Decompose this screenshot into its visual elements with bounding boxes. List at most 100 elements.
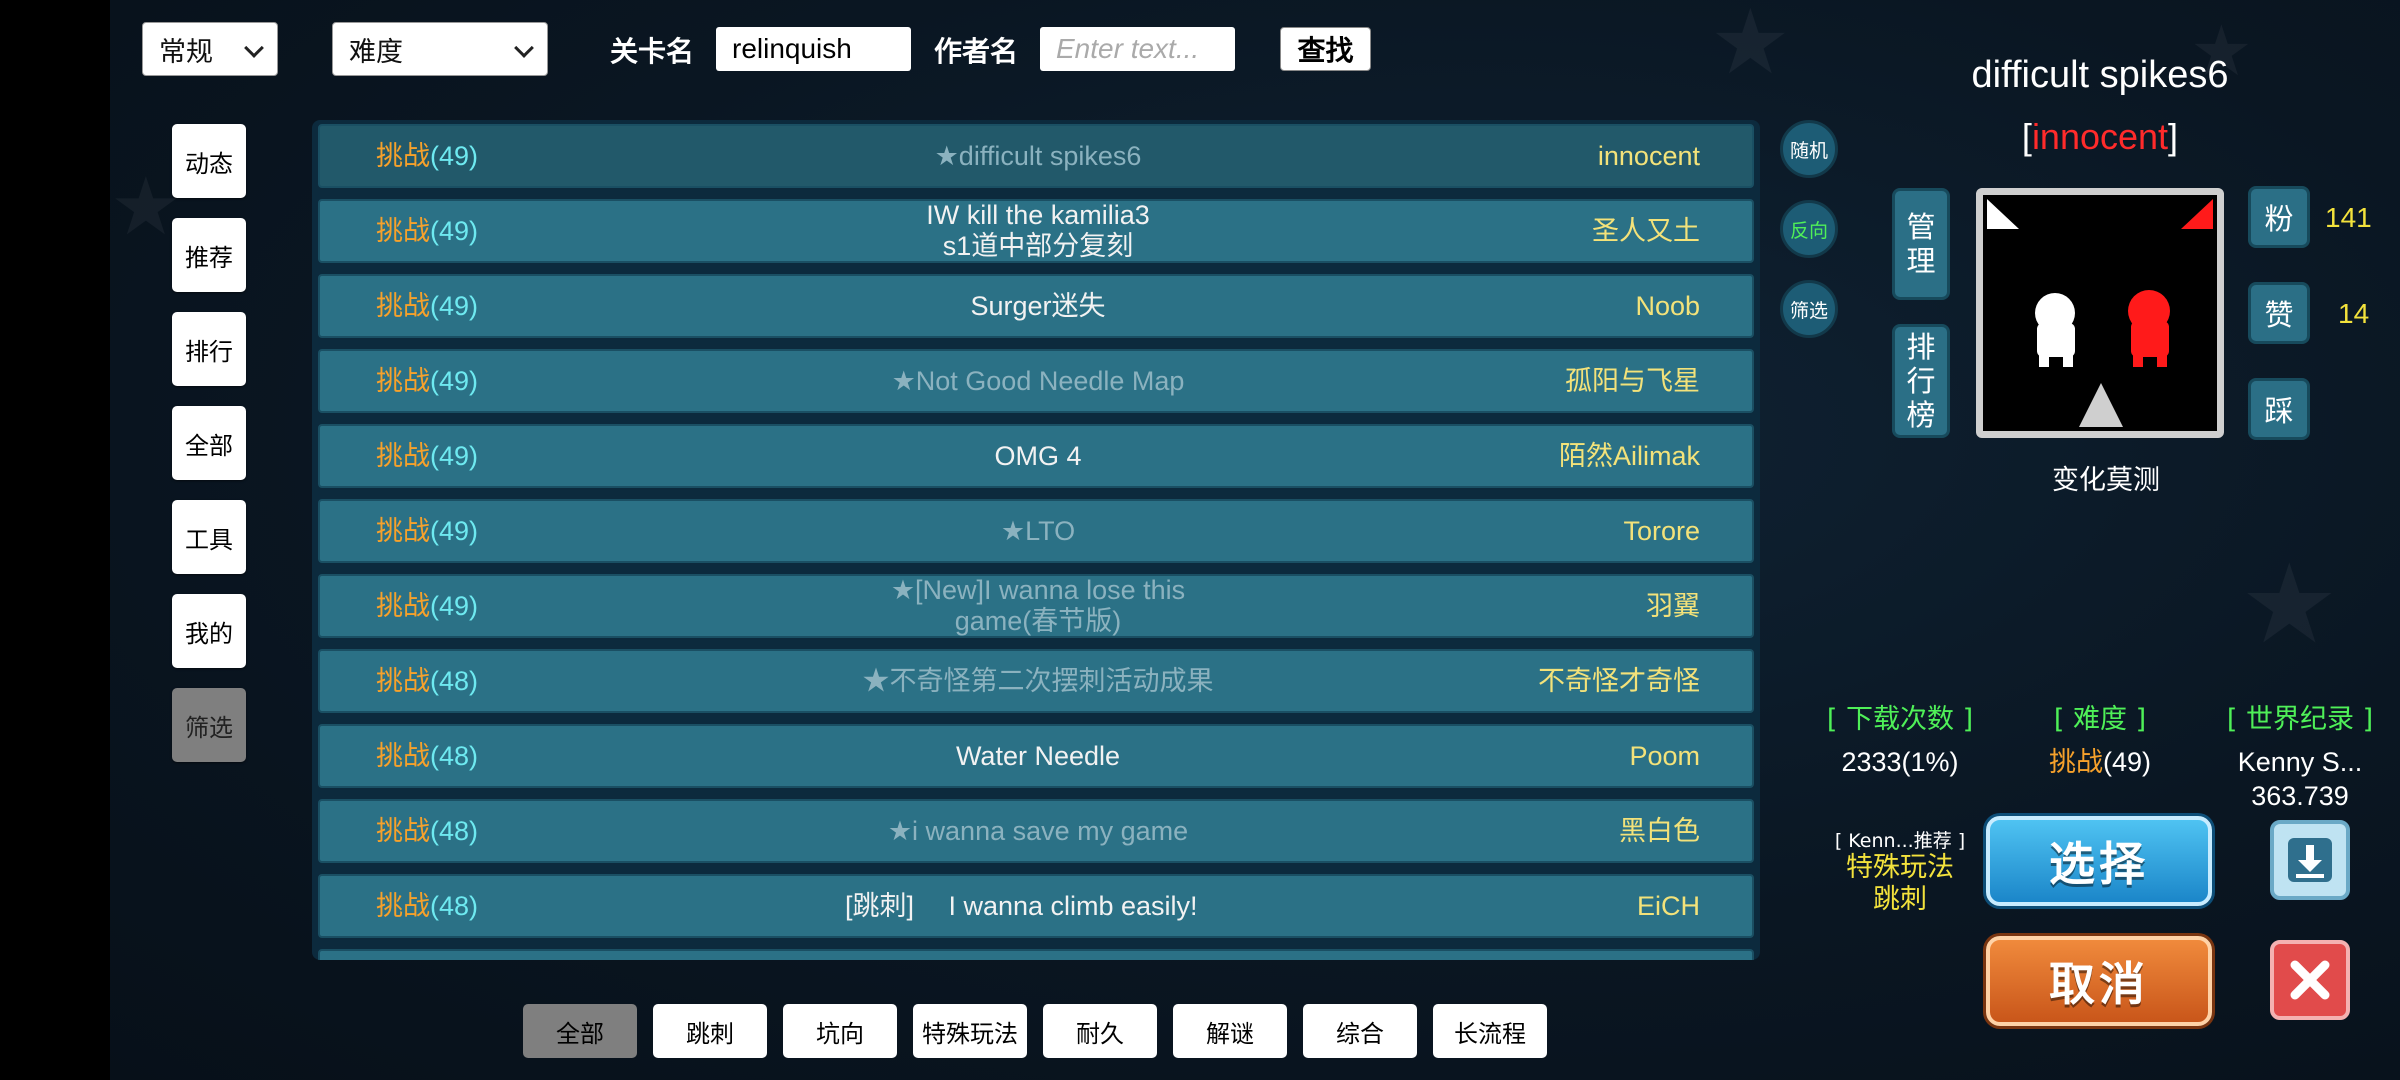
nav-button[interactable]: 全部 [172,406,246,480]
filter-tab[interactable]: 坑向 [783,1004,897,1058]
recommend-tag: 特殊玩法 [1846,852,1954,883]
level-row[interactable]: 挑战(49) ★Not Good Needle Map 孤阳与飞星 [318,349,1754,413]
filter-tab[interactable]: 综合 [1303,1004,1417,1058]
level-title: Surger迷失 [620,276,1456,336]
level-row[interactable]: 挑战(49) ★[New]I wanna lose this game(春节版) 羽翼 [318,574,1754,638]
like-button[interactable]: 赞 [2248,282,2310,344]
level-title: ★[New]I wanna lose this game(春节版) [620,575,1456,636]
filter-tab-label: 全部 [556,1019,604,1048]
difficulty-number: (49) [2102,747,2151,777]
level-title-line: Water Needle [955,740,1121,771]
filter-tab[interactable]: 特殊玩法 [913,1004,1027,1058]
nav-button[interactable]: 工具 [172,500,246,574]
manage-button[interactable]: 管理 [1892,188,1950,300]
dislike-button[interactable]: 踩 [2248,378,2310,440]
level-difficulty: 挑战(48) [376,651,478,711]
difficulty-number: (49) [430,141,479,171]
level-title-line: game(春节版) [954,606,1122,636]
author-name-label: 作者名 [934,35,1019,68]
filter-round-button[interactable]: 筛选 [1780,280,1838,338]
level-row[interactable]: 挑战(49) IW kill the kamilia3 s1道中部分复刻 圣人又土 [318,199,1754,263]
level-author: Poom [1629,741,1700,771]
downloads-value: 2333(1%) [1841,747,1959,777]
level-row[interactable]: 挑战(48) ★i wanna save my game 黑白色 [318,799,1754,863]
filter-tab[interactable]: 耐久 [1043,1004,1157,1058]
select-button[interactable]: 选择 [1986,816,2212,906]
level-difficulty: 挑战(48) [376,876,478,936]
level-title-line: Surger迷失 [970,290,1106,321]
world-record-header: [ 世界纪录 ] [2226,704,2374,735]
level-row[interactable]: 挑战(48) [跳刺] I wanna climb easily! EiCH [318,874,1754,938]
level-row[interactable]: 挑战(48) Water Needle Poom [318,724,1754,788]
difficulty-number: (48) [430,891,479,921]
reverse-button[interactable]: 反向 [1780,200,1838,258]
level-author: 圣人又土 [1592,216,1700,246]
level-title-line: s1道中部分复刻 [942,231,1134,261]
close-button[interactable] [2270,940,2350,1020]
close-icon [2290,960,2330,1000]
nav-button[interactable]: 筛选 [172,688,246,762]
filter-tab[interactable]: 解谜 [1173,1004,1287,1058]
search-button[interactable]: 查找 [1280,27,1371,71]
level-row[interactable]: 挑战(49) OMG 4 陌然Ailimak [318,424,1754,488]
nav-button-label: 我的 [185,619,233,648]
filter-tab-label: 特殊玩法 [922,1019,1018,1048]
difficulty-number: (48) [430,666,479,696]
filter-tab[interactable]: 长流程 [1433,1004,1547,1058]
difficulty-number: (49) [430,216,479,246]
nav-button-label: 动态 [185,149,233,178]
filter-tab[interactable]: 全部 [523,1004,637,1058]
nav-button[interactable]: 排行 [172,312,246,386]
difficulty-name: 挑战 [376,891,430,921]
level-title: ★不奇怪第二次摆刺活动成果 [620,651,1456,711]
level-title-line: ★i wanna save my game [887,815,1189,846]
nav-button-label: 筛选 [185,713,233,742]
level-title: [跳刺] I wanna climb easily! [620,876,1456,936]
difficulty-dropdown[interactable]: 难度 [332,22,548,76]
ranking-button[interactable]: 排行榜 [1892,324,1950,438]
dislike-button-label: 踩 [2264,394,2294,428]
difficulty-value: 挑战(49) [2020,745,2180,779]
reverse-button-label: 反向 [1789,219,1828,242]
author-name-input[interactable] [1040,27,1235,71]
difficulty-name: 挑战 [376,816,430,846]
recommend-label: [ Kenn...推荐 ] [1834,830,1966,852]
level-row[interactable]: 挑战(49) Surger迷失 Noob [318,274,1754,338]
download-button[interactable] [2270,820,2350,900]
record-holder: Kenny S... [2237,747,2363,777]
level-difficulty: 挑战(49) [376,201,478,261]
star-decoration: ★ [2240,540,2339,668]
difficulty-name: 挑战 [376,591,430,621]
level-name-input[interactable] [716,27,911,71]
fans-button[interactable]: 粉 [2248,186,2310,248]
like-count: 14 [2338,298,2370,329]
level-title-line: ★difficult spikes6 [934,140,1142,171]
level-row[interactable]: 挑战(48) ★不奇怪第二次摆刺活动成果 不奇怪才奇怪 [318,649,1754,713]
difficulty-name: 挑战 [376,366,430,396]
category-dropdown-value: 常规 [159,36,213,68]
category-dropdown[interactable]: 常规 [142,22,278,76]
filter-tab-label: 跳刺 [686,1019,734,1048]
level-list[interactable]: 挑战(49) ★difficult spikes6 innocent 挑战(49) IW… [312,120,1760,960]
level-row[interactable]: 挑战(49) ★LTO Torore [318,499,1754,563]
nav-button[interactable]: 我的 [172,594,246,668]
nav-button[interactable]: 动态 [172,124,246,198]
difficulty-header: [ 难度 ] [2053,704,2147,735]
random-button[interactable]: 随机 [1780,120,1838,178]
nav-button[interactable]: 推荐 [172,218,246,292]
level-title: Water Needle [620,726,1456,786]
recommend-tag: 跳刺 [1873,884,1927,915]
white-kid-sprite [2035,293,2075,367]
level-author: Noob [1635,291,1700,321]
level-title-line: ★Not Good Needle Map [891,365,1185,396]
cancel-button[interactable]: 取消 [1986,936,2212,1026]
level-author: EiCH [1636,891,1700,921]
filter-tab[interactable]: 跳刺 [653,1004,767,1058]
manage-button-label: 管理 [1906,210,1936,278]
like-button-label: 赞 [2264,298,2294,332]
fans-count: 141 [2325,202,2372,233]
difficulty-number: (49) [430,591,479,621]
level-row[interactable] [318,949,1754,960]
filter-tab-label: 耐久 [1076,1019,1124,1048]
level-row[interactable]: 挑战(49) ★difficult spikes6 innocent [318,124,1754,188]
